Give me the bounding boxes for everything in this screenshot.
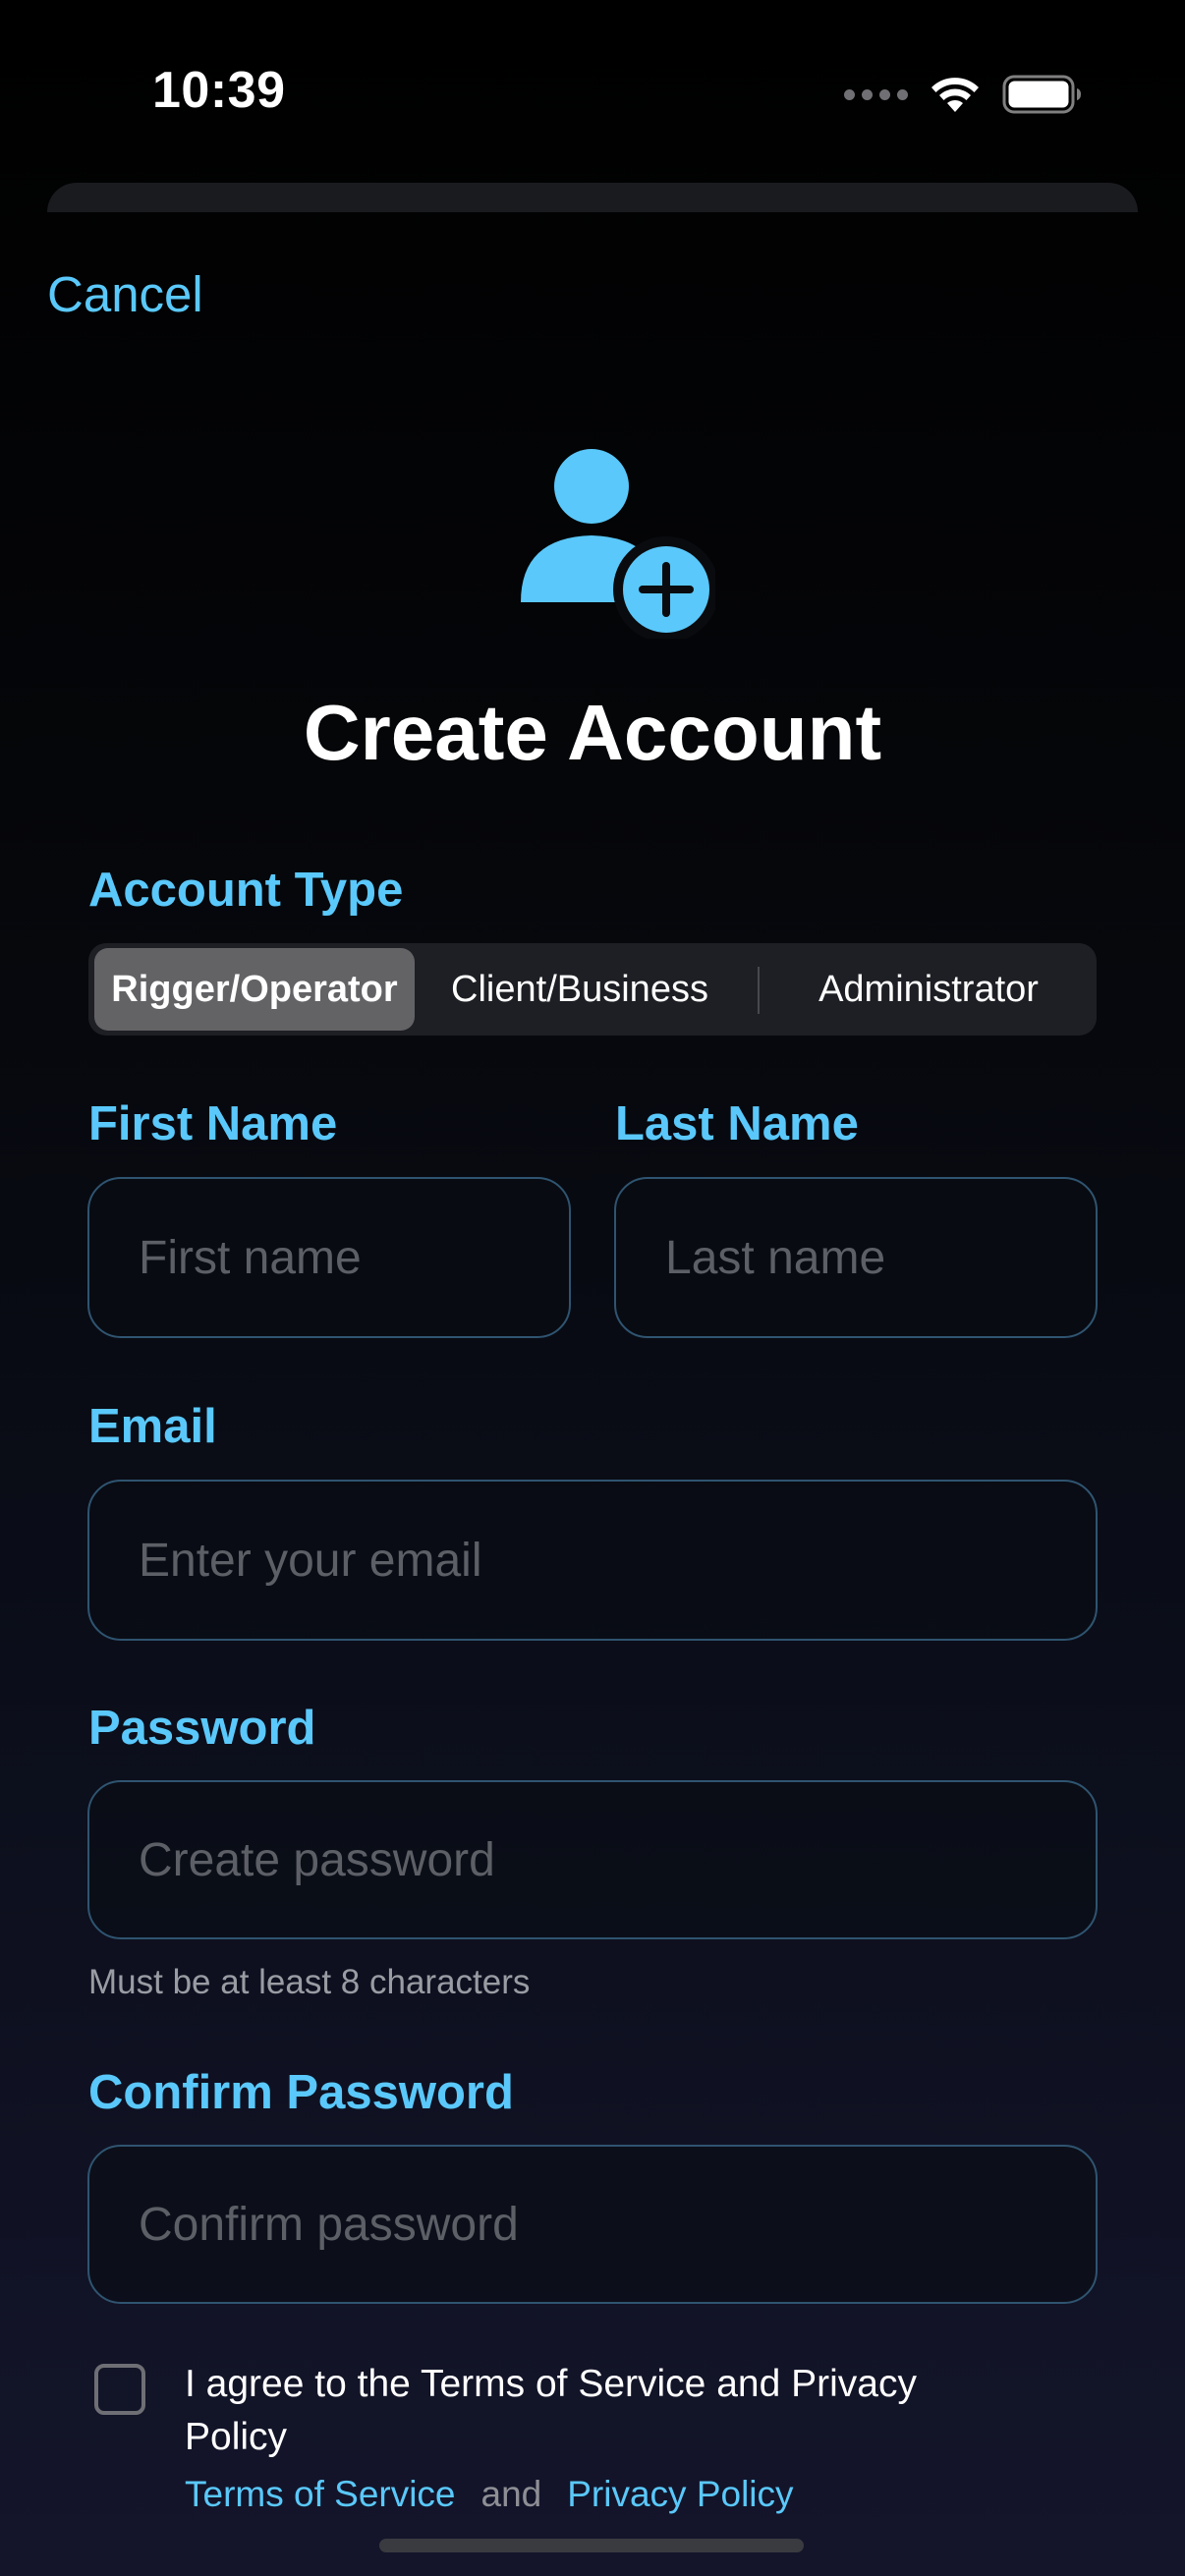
terms-links: Terms of Service and Privacy Policy: [185, 2474, 794, 2515]
password-hint: Must be at least 8 characters: [88, 1963, 531, 2001]
password-input[interactable]: [137, 1831, 1096, 1888]
battery-icon: [1002, 75, 1081, 114]
email-field: [87, 1480, 1098, 1641]
confirm-password-label: Confirm Password: [88, 2066, 514, 2119]
segment-administrator[interactable]: Administrator: [766, 948, 1091, 1031]
terms-of-service-link[interactable]: Terms of Service: [185, 2474, 456, 2515]
segment-rigger-operator[interactable]: Rigger/Operator: [94, 948, 415, 1031]
account-type-segmented-control: Rigger/Operator Client/Business Administ…: [88, 943, 1097, 1036]
last-name-input[interactable]: [663, 1229, 1096, 1286]
home-indicator: [379, 2539, 804, 2552]
status-icons: [844, 75, 1083, 114]
email-input[interactable]: [137, 1532, 1096, 1589]
email-label: Email: [88, 1400, 217, 1453]
terms-and-text: and: [480, 2474, 542, 2514]
page-title: Create Account: [303, 689, 882, 776]
signal-dots-icon: [844, 88, 908, 100]
person-add-icon: [521, 449, 715, 639]
password-field: [87, 1780, 1098, 1939]
last-name-field: [614, 1177, 1098, 1338]
first-name-input[interactable]: [137, 1229, 569, 1286]
segment-divider: [758, 967, 760, 1014]
status-time: 10:39: [152, 62, 286, 119]
wifi-icon: [931, 78, 979, 112]
cancel-button[interactable]: Cancel: [47, 265, 203, 323]
terms-checkbox[interactable]: [94, 2364, 145, 2415]
confirm-password-input[interactable]: [137, 2196, 1096, 2253]
privacy-policy-link[interactable]: Privacy Policy: [567, 2474, 793, 2515]
confirm-password-field: [87, 2145, 1098, 2304]
first-name-field: [87, 1177, 571, 1338]
terms-agree-text: I agree to the Terms of Service and Priv…: [185, 2363, 917, 2458]
sheet-edge: [47, 183, 1138, 212]
segment-client-business[interactable]: Client/Business: [423, 948, 737, 1031]
last-name-label: Last Name: [615, 1097, 859, 1150]
first-name-label: First Name: [88, 1097, 338, 1150]
account-type-label: Account Type: [88, 864, 404, 917]
password-label: Password: [88, 1702, 316, 1755]
